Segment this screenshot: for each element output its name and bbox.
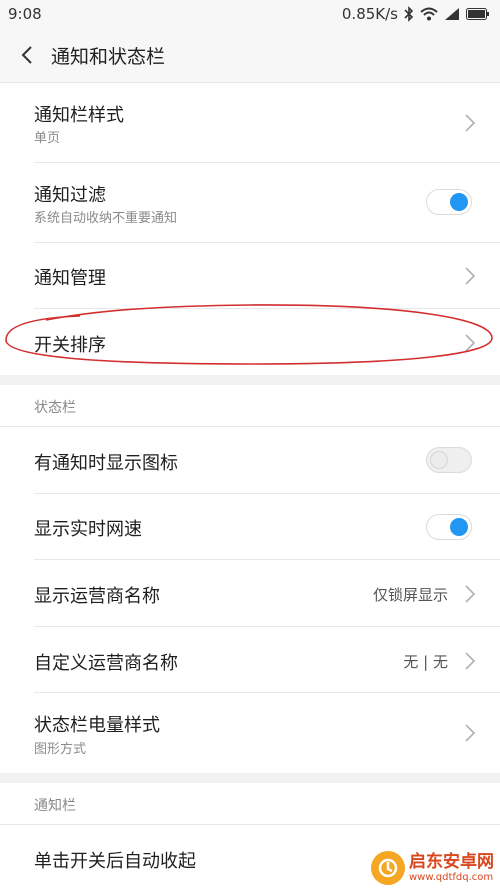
row-label: 通知管理 bbox=[34, 268, 106, 289]
status-bar: 9:08 0.85K/s bbox=[0, 0, 500, 28]
net-speed-toggle[interactable] bbox=[426, 514, 472, 540]
title-bar: 通知和状态栏 bbox=[0, 28, 500, 83]
watermark: 启东安卓网 www.qdtfdq.com bbox=[371, 851, 494, 885]
section-title-status-bar: 状态栏 bbox=[34, 400, 76, 416]
section-gap bbox=[0, 375, 500, 385]
row-notification-style[interactable]: 通知栏样式 单页 bbox=[0, 83, 500, 163]
row-value: 无 | 无 bbox=[403, 653, 448, 671]
chevron-right-icon bbox=[465, 724, 476, 742]
bluetooth-icon bbox=[404, 6, 414, 22]
row-label: 有通知时显示图标 bbox=[34, 453, 178, 474]
watermark-text: 启东安卓网 www.qdtfdq.com bbox=[409, 853, 494, 883]
chevron-right-icon bbox=[465, 585, 476, 603]
show-icon-toggle[interactable] bbox=[426, 447, 472, 473]
status-icons: 0.85K/s bbox=[342, 5, 490, 23]
row-show-carrier[interactable]: 显示运营商名称 仅锁屏显示 bbox=[0, 560, 500, 627]
status-time: 9:08 bbox=[8, 5, 42, 23]
row-label: 自定义运营商名称 bbox=[34, 653, 178, 674]
row-label: 显示实时网速 bbox=[34, 519, 142, 540]
toggle-knob bbox=[450, 518, 468, 536]
row-notification-filter[interactable]: 通知过滤 系统自动收纳不重要通知 bbox=[0, 163, 500, 243]
back-arrow-icon[interactable] bbox=[14, 41, 42, 69]
chevron-right-icon bbox=[465, 652, 476, 670]
watermark-url: www.qdtfdq.com bbox=[409, 871, 494, 883]
toggle-knob bbox=[430, 451, 448, 469]
chevron-right-icon bbox=[465, 267, 476, 285]
row-show-notification-icon[interactable]: 有通知时显示图标 bbox=[0, 427, 500, 494]
row-label: 通知过滤 bbox=[34, 185, 106, 206]
row-value: 仅锁屏显示 bbox=[372, 586, 448, 604]
row-sub: 图形方式 bbox=[34, 742, 87, 757]
row-sub: 单页 bbox=[34, 131, 61, 146]
wifi-icon bbox=[420, 7, 438, 21]
chevron-right-icon bbox=[465, 114, 476, 132]
battery-icon bbox=[466, 8, 489, 20]
row-label: 状态栏电量样式 bbox=[34, 715, 160, 736]
toggle-knob bbox=[450, 193, 468, 211]
row-show-net-speed[interactable]: 显示实时网速 bbox=[0, 494, 500, 560]
section-gap bbox=[0, 773, 500, 783]
section-title-notification-bar: 通知栏 bbox=[34, 798, 76, 814]
page-title: 通知和状态栏 bbox=[51, 46, 166, 68]
row-label: 单击开关后自动收起 bbox=[34, 851, 196, 872]
row-label: 通知栏样式 bbox=[34, 105, 124, 126]
filter-toggle[interactable] bbox=[426, 189, 472, 215]
watermark-logo-icon bbox=[371, 851, 405, 885]
row-label: 显示运营商名称 bbox=[34, 586, 160, 607]
row-battery-style[interactable]: 状态栏电量样式 图形方式 bbox=[0, 693, 500, 773]
row-custom-carrier[interactable]: 自定义运营商名称 无 | 无 bbox=[0, 627, 500, 693]
network-speed: 0.85K/s bbox=[341, 5, 398, 23]
annotation-ellipse bbox=[5, 304, 493, 365]
row-sub: 系统自动收纳不重要通知 bbox=[34, 211, 178, 226]
watermark-name: 启东安卓网 bbox=[409, 852, 494, 873]
signal-icon bbox=[445, 8, 459, 20]
